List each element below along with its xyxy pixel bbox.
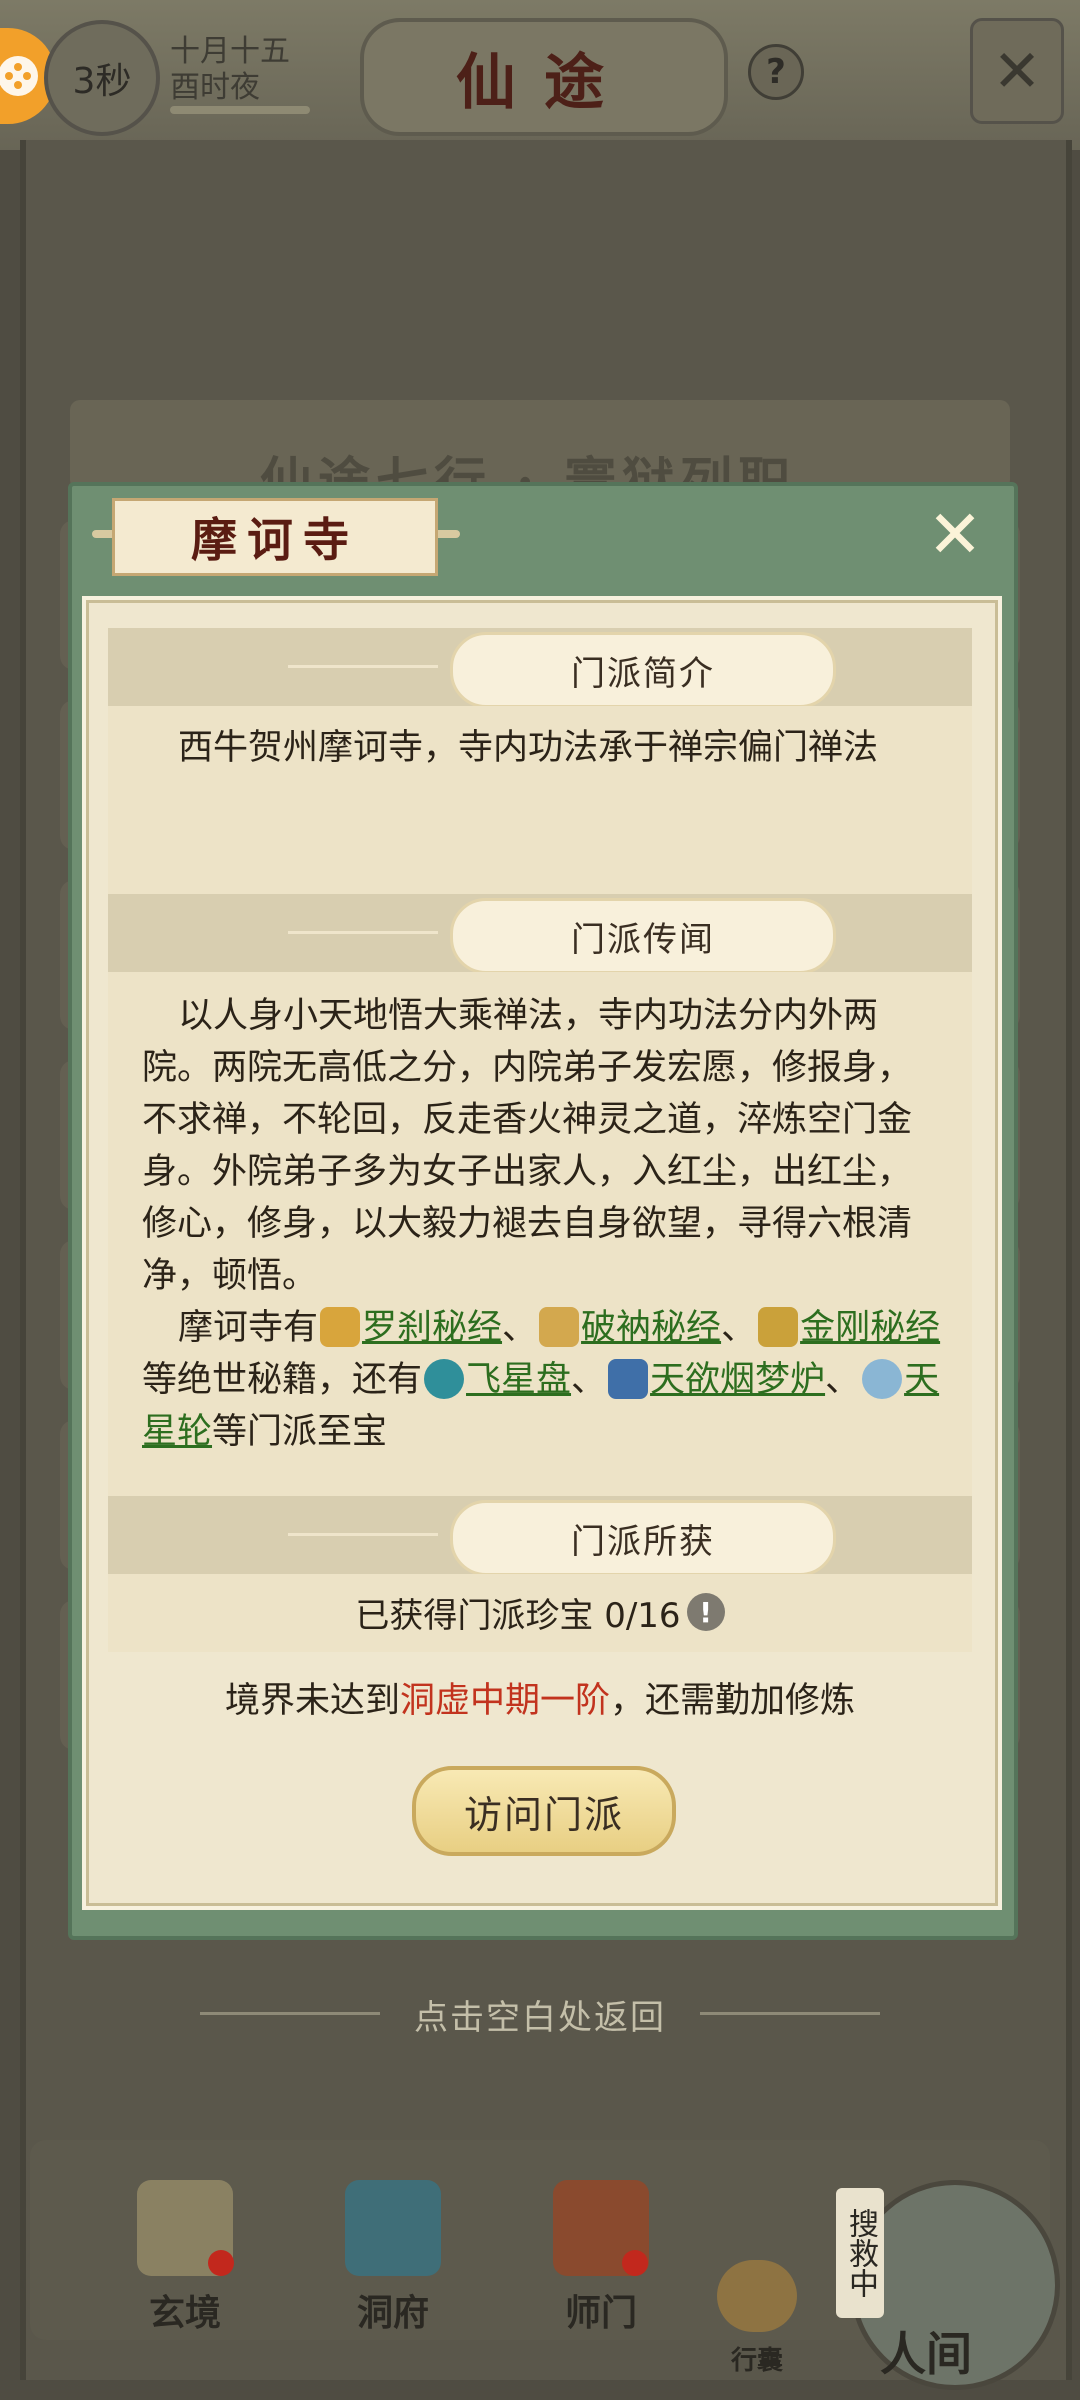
nav-label: 玄境 [148, 2292, 221, 2334]
divider [288, 665, 438, 668]
lore-treasures-paragraph: 摩诃寺有 罗刹秘经、 破衲秘经、 金刚秘经等绝世秘籍，还有 飞星盘、 天欲烟梦炉、 天星轮等… [142, 1302, 942, 1458]
separator: 、 [721, 1308, 757, 1348]
scripture-link-ponal[interactable]: 破衲秘经 [581, 1308, 721, 1348]
nav-label: 洞府 [356, 2292, 429, 2334]
realm-note-text: ，还需勤加修炼 [610, 1681, 856, 1721]
star-disc-icon [424, 1359, 465, 1399]
tap-to-return-hint[interactable]: 点击空白处返回 [0, 1990, 1080, 2039]
rescue-status-tag: 搜救中 [836, 2188, 884, 2318]
crossed-swords-icon[interactable]: ✕ [970, 18, 1064, 124]
info-icon[interactable]: ! [686, 1593, 725, 1631]
nav-label: 师门 [564, 2292, 637, 2334]
acquired-count-text: 已获得门派珍宝 0/16 [355, 1595, 681, 1636]
section-heading-acquired: 门派所获 [450, 1500, 836, 1576]
scripture-link-jingang[interactable]: 金刚秘经 [800, 1308, 940, 1348]
lore-text: 等门派至宝 [212, 1412, 388, 1452]
divider [288, 931, 438, 934]
lore-paragraph: 以人身小天地悟大乘禅法，寺内功法分内外两院。两院无高低之分，内院弟子发宏愿，修报… [142, 996, 913, 1296]
treasure-link-tianyu[interactable]: 天欲烟梦炉 [650, 1360, 825, 1400]
intro-text: 西牛贺州摩诃寺，寺内功法承于禅宗偏门禅法 [178, 728, 879, 768]
section-header-acquired: 门派所获 [108, 1496, 972, 1576]
separator: 、 [571, 1360, 607, 1400]
required-realm: 洞虚中期一阶 [399, 1681, 610, 1721]
scripture-icon [758, 1307, 799, 1347]
visit-sect-button[interactable]: 访问门派 [412, 1766, 676, 1856]
notification-dot [622, 2250, 648, 2276]
separator: 、 [825, 1360, 861, 1400]
section-heading-intro: 门派简介 [450, 632, 836, 708]
game-title: 仙途 [360, 18, 728, 136]
treasure-link-feixingpan[interactable]: 飞星盘 [466, 1360, 571, 1400]
lore-text: 等绝世秘籍，还有 [142, 1360, 423, 1400]
day-progress-bar [170, 106, 310, 114]
nav-label: 行囊 [730, 2346, 783, 2376]
incense-burner-icon [608, 1359, 649, 1399]
section-header-intro: 门派简介 [108, 628, 972, 708]
nav-item-dongfu[interactable]: 洞府 [328, 2180, 458, 2336]
realm-requirement: 境界未达到洞虚中期一阶，还需勤加修炼 [108, 1672, 972, 1723]
close-icon[interactable]: ✕ [920, 500, 990, 570]
realm-note-text: 境界未达到 [224, 1681, 400, 1721]
divider [288, 1533, 438, 1536]
notification-dot [208, 2250, 234, 2276]
lore-text: 摩诃寺有 [178, 1308, 319, 1348]
world-label[interactable]: 人间 [880, 2318, 972, 2384]
gamepad-icon [0, 56, 38, 96]
scripture-link-luosha[interactable]: 罗刹秘经 [362, 1308, 502, 1348]
section-header-lore: 门派传闻 [108, 894, 972, 974]
nav-item-xingnang[interactable]: 行囊 [702, 2260, 812, 2377]
time-of-day: 酉时夜 [170, 70, 260, 105]
scripture-icon [539, 1307, 580, 1347]
bag-icon [717, 2260, 797, 2332]
acquired-treasures: 已获得门派珍宝 0/16 ! [108, 1572, 972, 1652]
countdown-timer[interactable]: 3秒 [44, 20, 160, 136]
section-heading-lore: 门派传闻 [450, 898, 836, 974]
pavilion-icon [345, 2180, 441, 2276]
modal-title: 摩诃寺 [112, 498, 438, 576]
star-wheel-icon [862, 1359, 903, 1399]
scripture-icon [320, 1307, 361, 1347]
help-icon[interactable]: ? [748, 44, 804, 100]
separator: 、 [502, 1308, 538, 1348]
